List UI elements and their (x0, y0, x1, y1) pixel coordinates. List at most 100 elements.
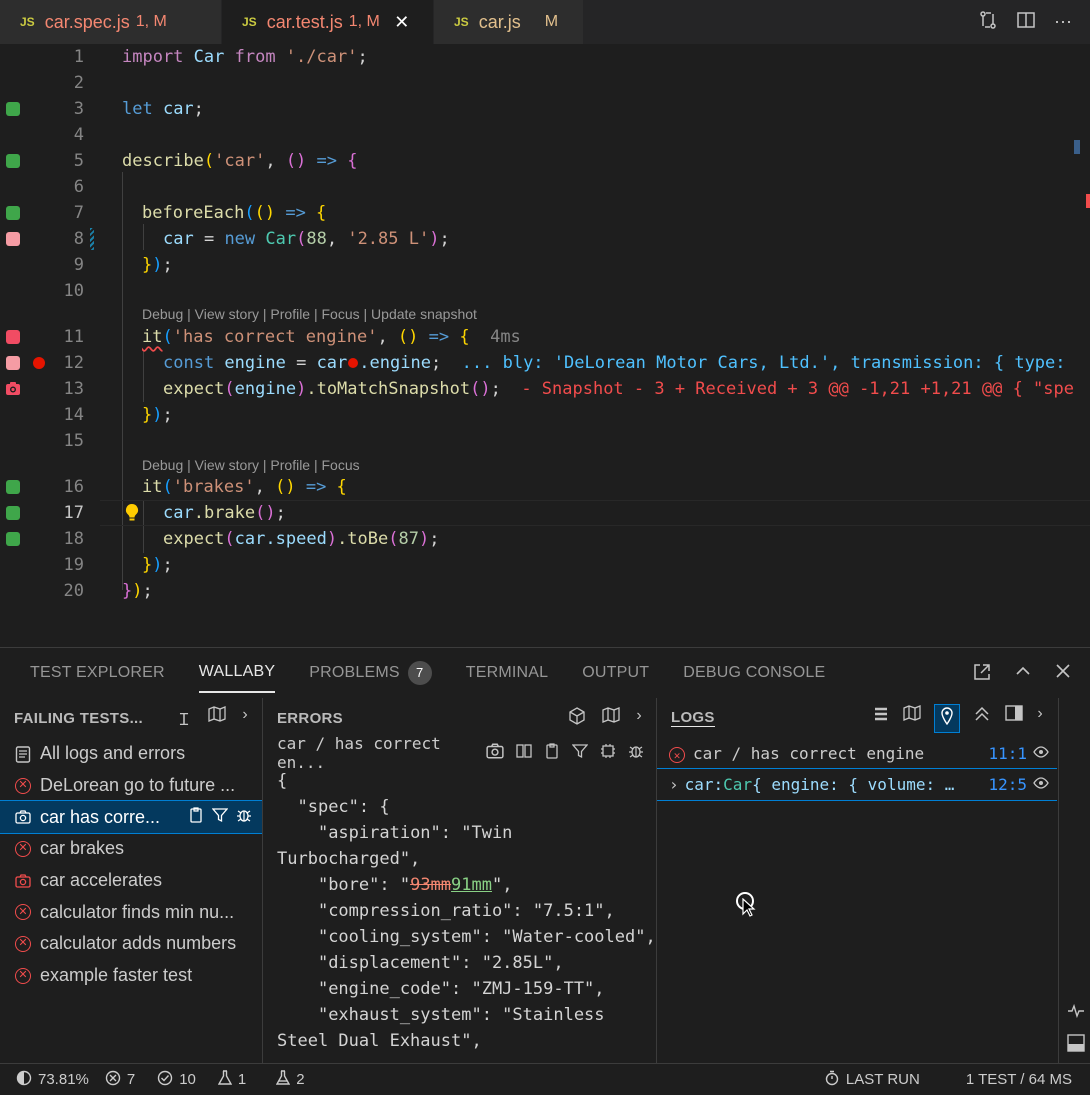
eye-icon[interactable] (1033, 745, 1057, 762)
stopwatch-icon (824, 1070, 840, 1090)
line-number: 16 (63, 477, 84, 497)
code-text: car.brake(); (163, 503, 286, 523)
snapshot-diff[interactable]: { "spec": { "aspiration": "Twin Turbocha… (263, 768, 656, 1054)
flask-partial-indicator[interactable]: 2 (276, 1069, 305, 1090)
cursor-text-icon[interactable]: Ｉ (176, 706, 192, 730)
close-icon[interactable]: ✕ (392, 12, 412, 33)
list-item[interactable]: ✕ calculator adds numbers (0, 928, 262, 960)
chevron-right-icon[interactable]: › (669, 775, 679, 794)
tab-problems[interactable]: PROBLEMS 7 (309, 648, 432, 698)
package-icon[interactable] (568, 706, 586, 730)
ruler-error-mark (1086, 194, 1090, 208)
log-entry[interactable]: ✕ car / has correct engine 11:1 (657, 738, 1057, 769)
tab-label: car.test.js (266, 11, 343, 32)
check-circle-icon (157, 1070, 173, 1090)
open-in-editor-icon[interactable] (972, 662, 992, 687)
failing-tests-header: FAILING TESTS... Ｉ › (0, 698, 262, 738)
chevron-right-icon[interactable]: › (636, 707, 642, 730)
code-line: 10 (0, 278, 1090, 304)
chip-icon[interactable] (600, 743, 616, 764)
debug-bug-icon[interactable] (236, 807, 252, 827)
line-number: 11 (63, 327, 84, 347)
coverage-covered-marker (6, 154, 20, 168)
code-text: expect(car.speed).toBe(87); (163, 529, 440, 549)
tab-wallaby[interactable]: WALLABY (198, 653, 276, 693)
diff-icon[interactable] (516, 743, 532, 764)
list-item[interactable]: ✕ calculator finds min nu... (0, 896, 262, 928)
list-item[interactable]: ✕ DeLorean go to future ... (0, 770, 262, 802)
panel-tabs: TEST EXPLORER WALLABY PROBLEMS 7 TERMINAL… (0, 648, 1090, 698)
coverage-partial-marker (6, 232, 20, 246)
flask-indicator[interactable]: 1 (217, 1069, 246, 1090)
chevron-up-icon[interactable] (1014, 662, 1032, 687)
tab-output[interactable]: OUTPUT (582, 648, 649, 698)
list-item[interactable]: ✕ car brakes (0, 833, 262, 865)
line-number: 9 (73, 255, 84, 275)
coverage-covered-marker (6, 102, 20, 116)
coverage-indicator[interactable]: 73.81% (16, 1070, 89, 1090)
pointer-arrow-icon (742, 897, 756, 923)
editor-tab-bar: JS car.spec.js 1, M JS car.test.js 1, M … (0, 0, 1090, 44)
filter-icon[interactable] (211, 807, 229, 827)
eye-icon[interactable] (1033, 776, 1057, 793)
chevron-right-icon[interactable]: › (242, 706, 248, 730)
coverage-partial-marker (6, 356, 20, 370)
run-summary[interactable]: 1 TEST / 64 MS (966, 1071, 1072, 1088)
list-item[interactable]: All logs and errors (0, 738, 262, 770)
stack-icon[interactable] (873, 705, 889, 732)
error-test-title[interactable]: car / has correct en... (263, 734, 656, 772)
tab-label: car.js (478, 11, 521, 32)
list-icon (14, 745, 32, 763)
code-line: 6 (0, 174, 1090, 200)
status-bar: 73.81% 7 10 1 2 LAST RUN 1 TEST / 64 MS (0, 1063, 1090, 1095)
overview-ruler[interactable] (1074, 44, 1090, 647)
coverage-failing-marker (6, 330, 20, 344)
passed-indicator[interactable]: 10 (157, 1070, 196, 1090)
debug-bug-icon[interactable] (628, 743, 644, 764)
split-editor-icon[interactable] (1016, 10, 1036, 35)
bottom-panel: TEST EXPLORER WALLABY PROBLEMS 7 TERMINAL… (0, 647, 1090, 1064)
panel-side-toolbar (1058, 698, 1090, 1064)
last-run-indicator[interactable]: LAST RUN (824, 1070, 920, 1090)
codelens-actions[interactable]: Debug | View story | Profile | Focus | U… (142, 306, 477, 322)
camera-icon[interactable] (486, 743, 504, 764)
code-editor[interactable]: 1 import Car from './car'; 2 3 let car; … (0, 44, 1090, 647)
filter-icon[interactable] (571, 743, 589, 764)
list-item[interactable]: car accelerates (0, 865, 262, 897)
log-entry[interactable]: › car: Car { engine: { volume: … 12:5 (657, 768, 1057, 801)
tab-terminal[interactable]: TERMINAL (466, 648, 549, 698)
code-line: 5 describe('car', () => { (0, 148, 1090, 174)
panel-layout-icon[interactable] (1005, 704, 1024, 732)
copy-icon[interactable] (188, 807, 204, 827)
line-number: 4 (73, 125, 84, 145)
codelens-actions[interactable]: Debug | View story | Profile | Focus (142, 457, 360, 473)
js-file-icon: JS (242, 15, 257, 29)
map-icon[interactable] (903, 704, 922, 732)
error-circle-icon: ✕ (669, 744, 685, 764)
code-text: car = new Car(88, '2.85 L'); (163, 229, 450, 249)
pulse-icon[interactable] (1067, 1003, 1085, 1023)
close-panel-icon[interactable] (1054, 662, 1072, 687)
lightbulb-icon[interactable] (124, 503, 140, 528)
collapse-all-icon[interactable] (973, 705, 991, 732)
more-actions-icon[interactable]: ⋯ (1054, 12, 1072, 33)
map-icon[interactable] (208, 706, 227, 730)
tab-car-js[interactable]: JS car.js M (434, 0, 584, 44)
copy-icon[interactable] (544, 742, 560, 764)
map-icon[interactable] (602, 706, 621, 730)
tab-car-spec[interactable]: JS car.spec.js 1, M (0, 0, 222, 44)
errors-indicator[interactable]: 7 (105, 1070, 135, 1090)
error-circle-icon (105, 1070, 121, 1090)
tab-car-test[interactable]: JS car.test.js 1, M ✕ (222, 0, 434, 44)
chevron-right-icon[interactable]: › (1037, 705, 1043, 732)
log-position-link[interactable]: 11:1 (988, 744, 1033, 763)
tab-debug-console[interactable]: DEBUG CONSOLE (683, 648, 825, 698)
terminal-panel-icon[interactable] (1067, 1034, 1085, 1057)
tab-test-explorer[interactable]: TEST EXPLORER (30, 648, 165, 698)
compare-changes-icon[interactable] (978, 10, 998, 35)
log-position-link[interactable]: 12:5 (988, 775, 1033, 794)
location-pin-icon[interactable] (934, 703, 961, 733)
line-number: 17 (63, 503, 84, 523)
list-item[interactable]: car has corre... (0, 800, 262, 835)
list-item[interactable]: ✕ example faster test (0, 960, 262, 992)
